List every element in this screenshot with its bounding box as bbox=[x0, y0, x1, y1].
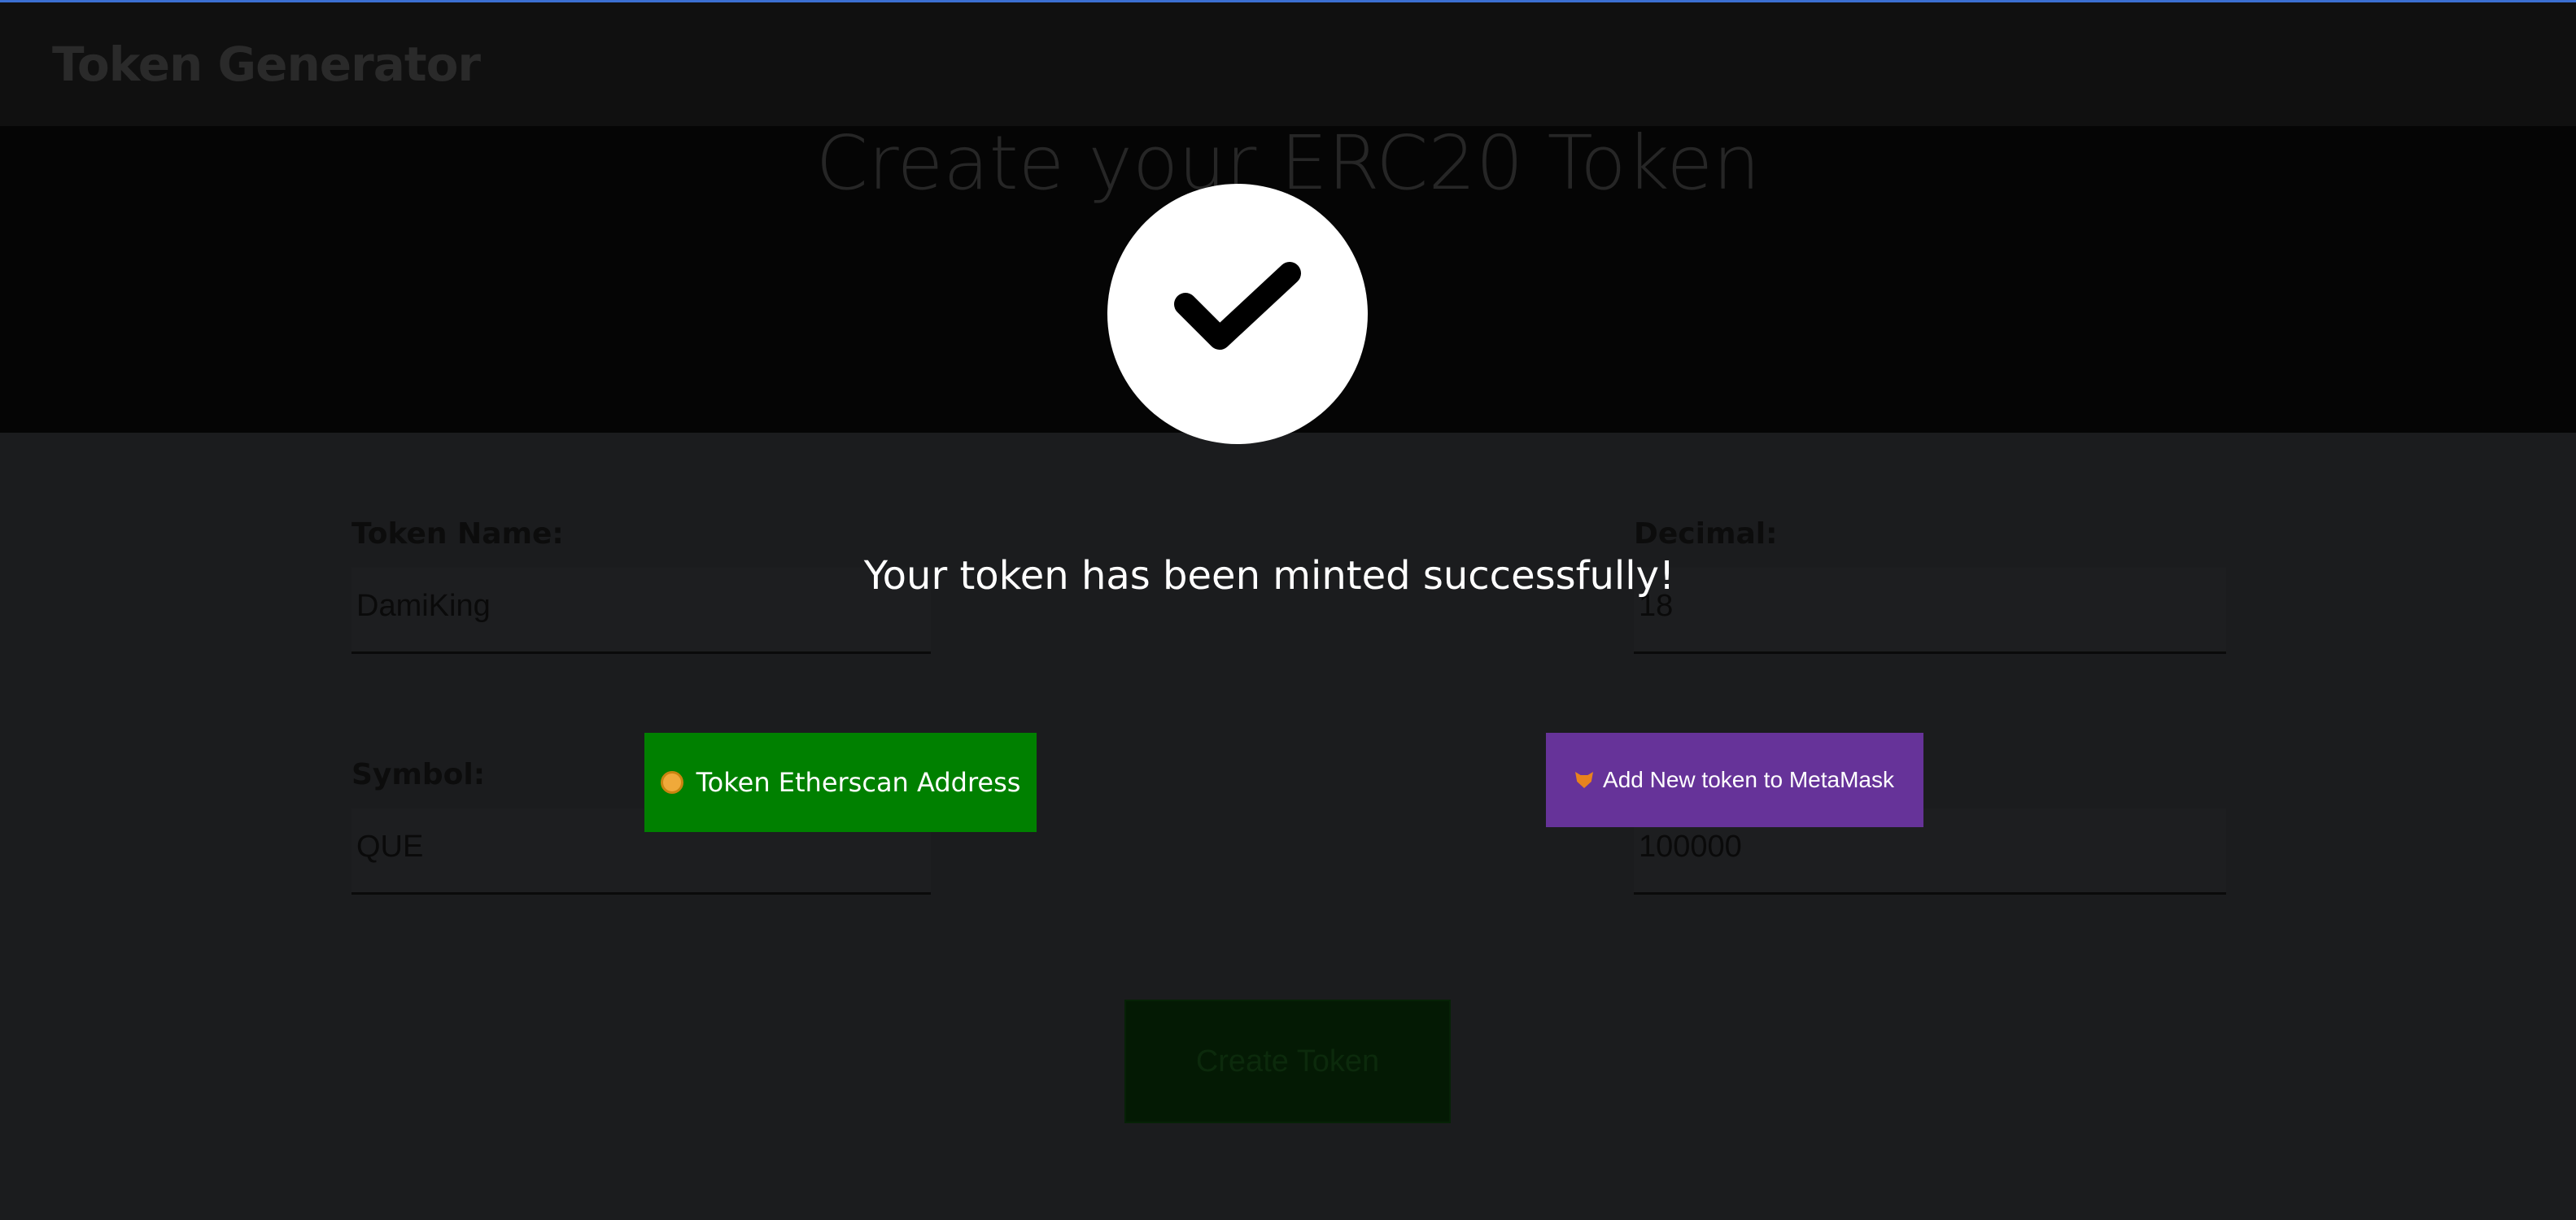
etherscan-address-button[interactable]: Token Etherscan Address bbox=[644, 733, 1037, 832]
symbol-label: Symbol: bbox=[351, 758, 486, 791]
metamask-fox-icon bbox=[1575, 772, 1594, 788]
success-badge bbox=[1107, 184, 1368, 444]
create-token-button[interactable]: Create Token bbox=[1124, 1000, 1451, 1123]
checkmark-icon bbox=[1174, 262, 1301, 350]
page: Token Generator Create your ERC20 Token … bbox=[0, 0, 2576, 1220]
decimal-label: Decimal: bbox=[1634, 517, 1778, 551]
token-name-label: Token Name: bbox=[351, 517, 564, 551]
brand-title[interactable]: Token Generator bbox=[52, 37, 481, 92]
metamask-button-label: Add New token to MetaMask bbox=[1603, 767, 1894, 792]
success-message: Your token has been minted successfully! bbox=[863, 553, 1675, 599]
coin-icon bbox=[660, 771, 683, 794]
add-to-metamask-button[interactable]: Add New token to MetaMask bbox=[1546, 733, 1923, 827]
navbar: Token Generator bbox=[0, 2, 2576, 126]
etherscan-button-label: Token Etherscan Address bbox=[696, 767, 1021, 798]
